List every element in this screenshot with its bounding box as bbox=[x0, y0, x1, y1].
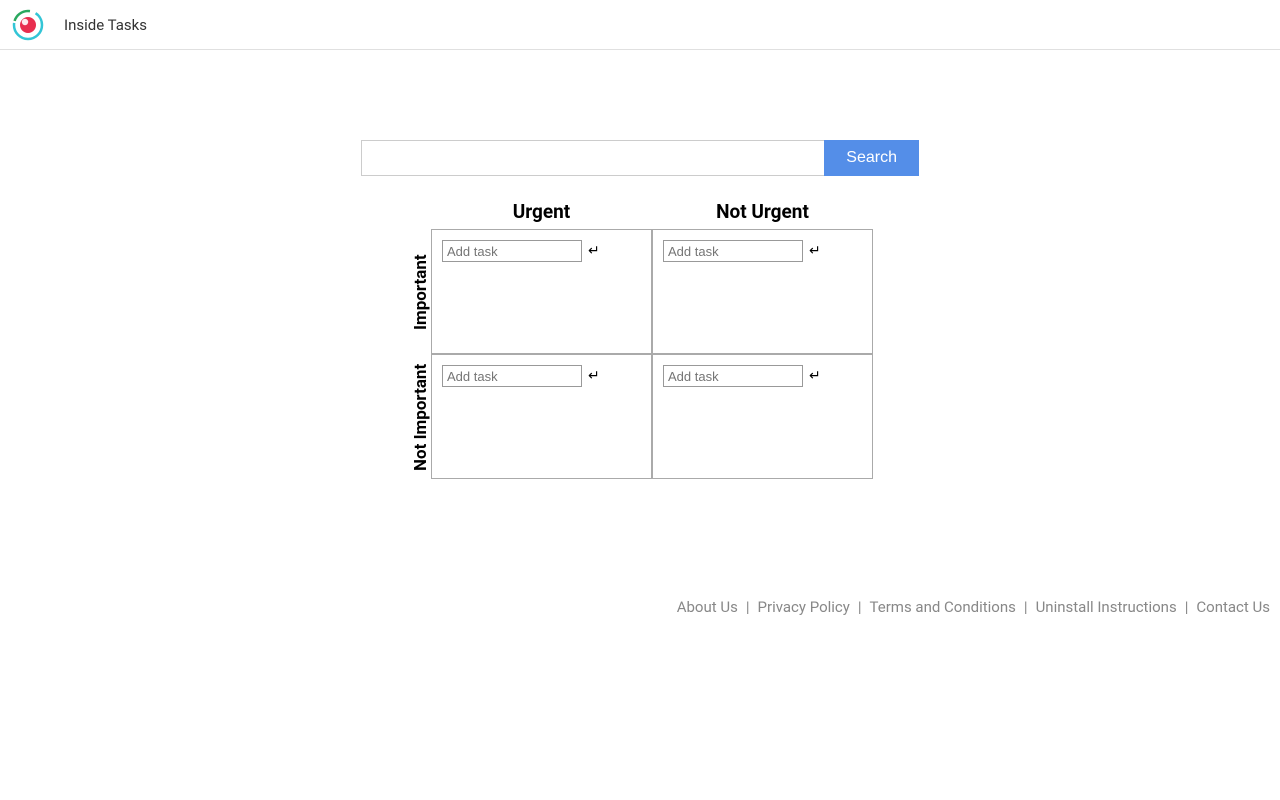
row-label-important: Important bbox=[407, 230, 431, 355]
footer: About Us | Privacy Policy | Terms and Co… bbox=[677, 598, 1270, 616]
app-logo-icon bbox=[12, 9, 44, 41]
add-task-input-q2[interactable] bbox=[663, 240, 803, 262]
matrix-container: Important Not Important Urgent Not Urgen… bbox=[407, 200, 873, 480]
row-labels: Important Not Important bbox=[407, 230, 431, 480]
footer-separator: | bbox=[1185, 598, 1189, 616]
footer-link-privacy[interactable]: Privacy Policy bbox=[758, 598, 850, 616]
main: Search bbox=[0, 140, 1280, 176]
footer-link-terms[interactable]: Terms and Conditions bbox=[870, 598, 1016, 616]
quad-urgent-not-important: ↵ bbox=[431, 354, 652, 479]
col-labels: Urgent Not Urgent bbox=[431, 200, 873, 229]
footer-separator: | bbox=[1024, 598, 1028, 616]
quad-not-urgent-important: ↵ bbox=[652, 229, 873, 354]
add-task-input-q3[interactable] bbox=[442, 365, 582, 387]
enter-icon[interactable]: ↵ bbox=[809, 365, 821, 387]
add-task-input-q4[interactable] bbox=[663, 365, 803, 387]
footer-separator: | bbox=[858, 598, 862, 616]
enter-icon[interactable]: ↵ bbox=[588, 365, 600, 387]
footer-link-about[interactable]: About Us bbox=[677, 598, 738, 616]
app-title: Inside Tasks bbox=[64, 16, 147, 34]
quad-urgent-important: ↵ bbox=[431, 229, 652, 354]
enter-icon[interactable]: ↵ bbox=[588, 240, 600, 262]
footer-separator: | bbox=[746, 598, 750, 616]
search-row: Search bbox=[361, 140, 919, 176]
col-label-urgent: Urgent bbox=[431, 200, 652, 229]
search-button[interactable]: Search bbox=[824, 140, 919, 176]
header: Inside Tasks bbox=[0, 0, 1280, 50]
matrix-wrapper: Important Not Important Urgent Not Urgen… bbox=[0, 200, 1280, 480]
footer-link-contact[interactable]: Contact Us bbox=[1196, 598, 1270, 616]
quad-grid: ↵ ↵ ↵ ↵ bbox=[431, 229, 873, 479]
add-task-input-q1[interactable] bbox=[442, 240, 582, 262]
enter-icon[interactable]: ↵ bbox=[809, 240, 821, 262]
quad-not-urgent-not-important: ↵ bbox=[652, 354, 873, 479]
col-label-not-urgent: Not Urgent bbox=[652, 200, 873, 229]
footer-link-uninstall[interactable]: Uninstall Instructions bbox=[1036, 598, 1177, 616]
matrix-main: Urgent Not Urgent ↵ ↵ ↵ ↵ bbox=[431, 200, 873, 479]
row-label-not-important: Not Important bbox=[407, 355, 431, 480]
search-input[interactable] bbox=[361, 140, 824, 176]
